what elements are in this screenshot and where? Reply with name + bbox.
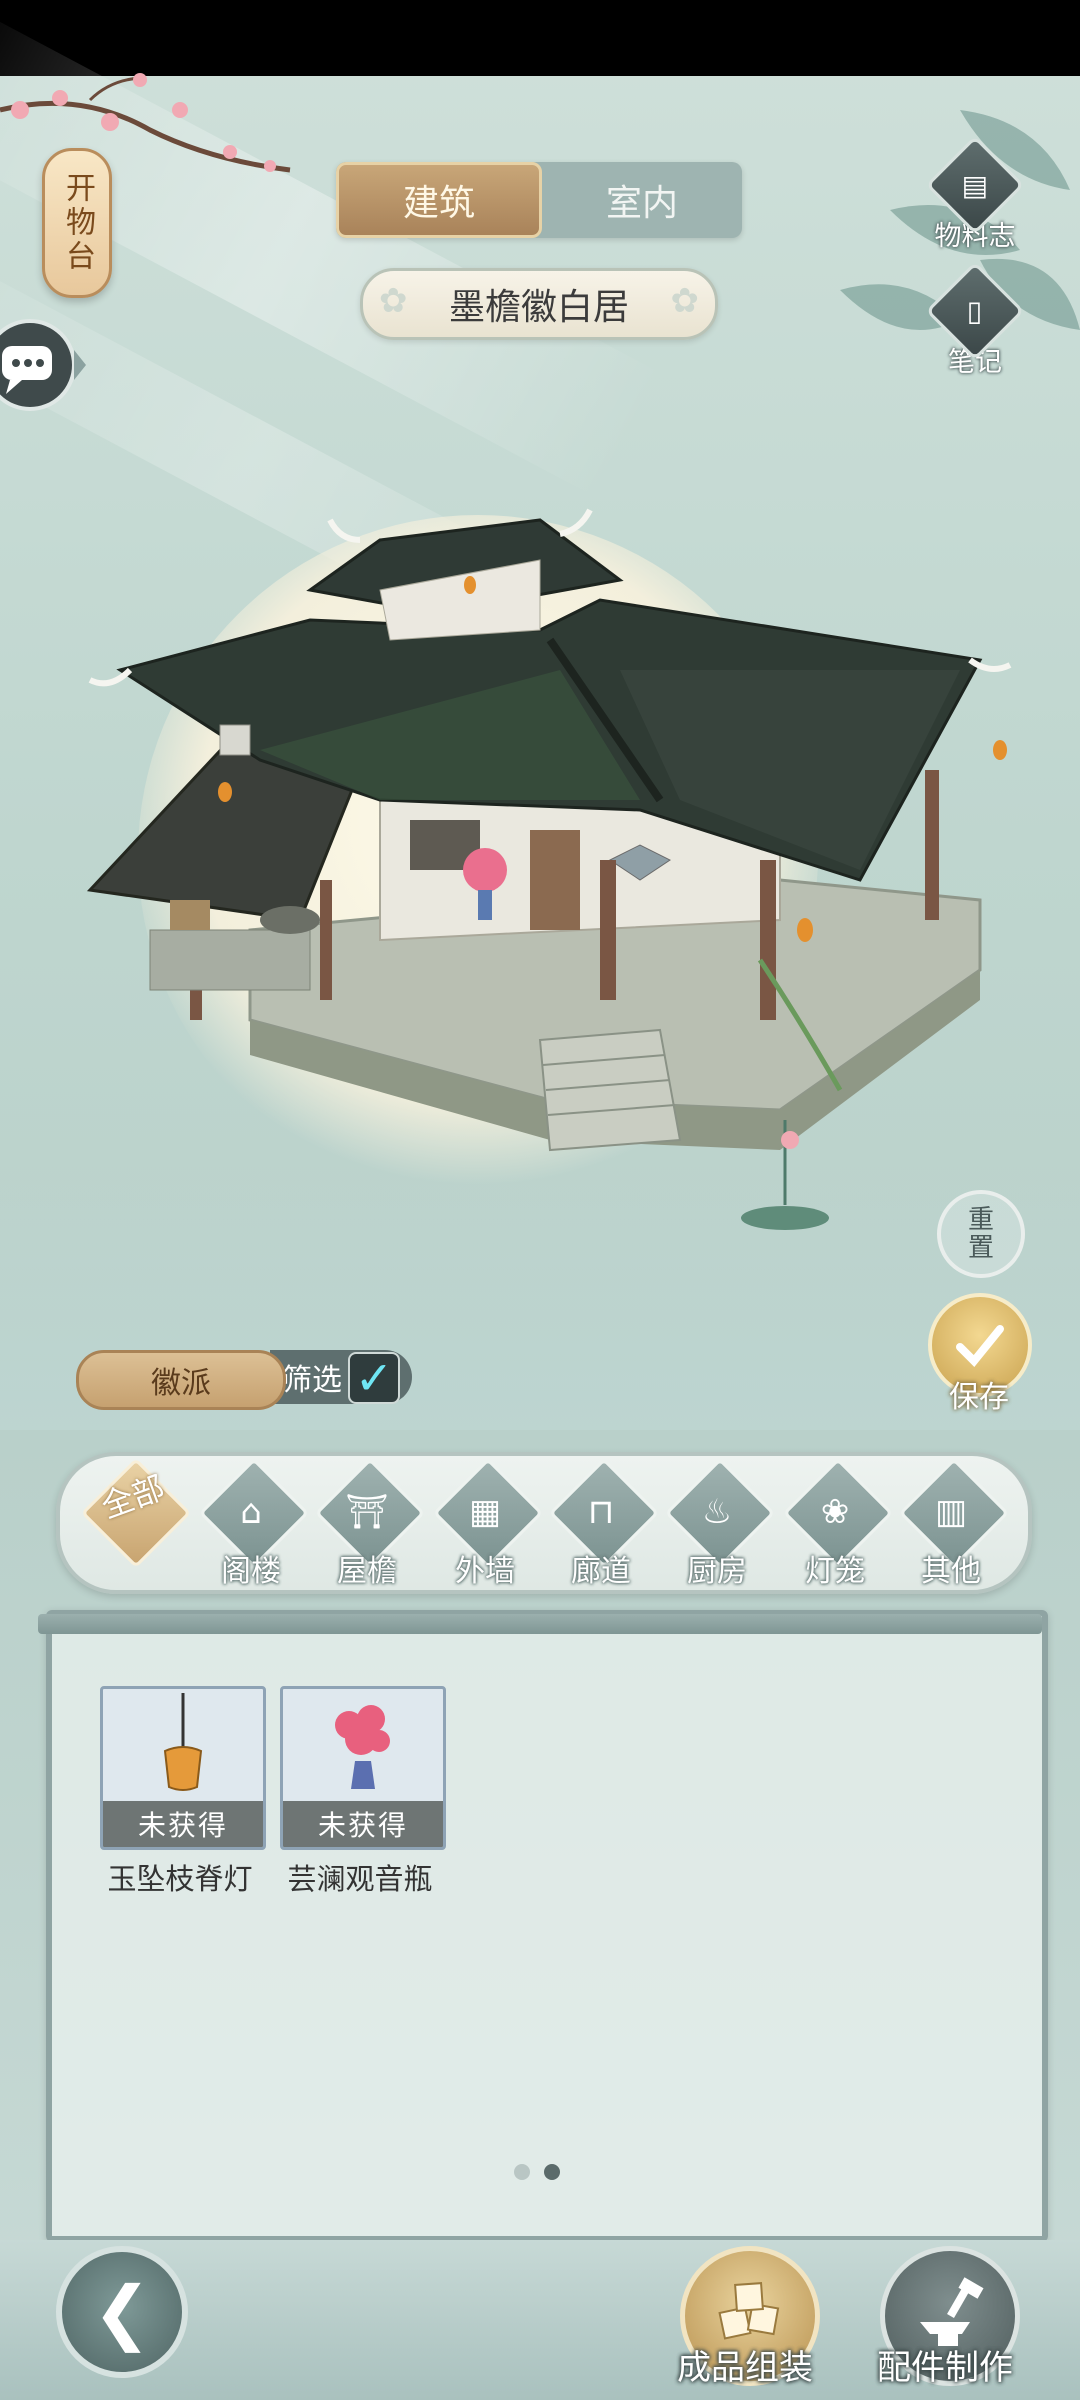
notes-button[interactable]: ▯ 笔记 bbox=[920, 261, 1030, 379]
filter-label: 筛选 bbox=[282, 1363, 342, 1398]
page-dot-active[interactable] bbox=[544, 2164, 560, 2180]
save-label: 保存 bbox=[949, 1380, 1009, 1415]
item-status: 未获得 bbox=[283, 1801, 443, 1847]
chat-button[interactable] bbox=[0, 310, 86, 420]
mode-tabs: 建筑 室内 bbox=[336, 162, 742, 238]
category-label: 廊道 bbox=[571, 1554, 631, 1589]
reset-label: 重置 bbox=[967, 1205, 994, 1263]
category-label: 其他 bbox=[921, 1554, 981, 1589]
lotus-decoration bbox=[741, 1120, 829, 1230]
checkmark-icon bbox=[956, 1325, 1004, 1367]
reset-button[interactable]: 重置 bbox=[937, 1190, 1025, 1278]
category-kitchen[interactable]: ♨ 厨房 bbox=[662, 1456, 776, 1590]
workbench-tag-label: 开物台 bbox=[60, 172, 95, 274]
pagination-dots bbox=[514, 2164, 560, 2180]
kitchen-icon: ♨ bbox=[701, 1492, 733, 1532]
category-other[interactable]: ▥ 其他 bbox=[896, 1456, 1010, 1590]
category-label: 厨房 bbox=[687, 1554, 747, 1589]
building-name: 墨檐徽白居 bbox=[448, 287, 629, 328]
notebook-icon: ▯ bbox=[967, 294, 983, 328]
wall-icon: ▦ bbox=[468, 1492, 502, 1532]
materials-button[interactable]: ▤ 物料志 bbox=[920, 135, 1030, 253]
ridge-lamp-icon bbox=[163, 1693, 203, 1791]
book-icon: ▤ bbox=[961, 168, 989, 202]
lantern-icon: ❀ bbox=[820, 1492, 850, 1532]
filter-checkbox[interactable]: ✓ bbox=[348, 1351, 400, 1405]
back-button[interactable]: ❮ bbox=[56, 2246, 188, 2378]
craft-label: 配件制作 bbox=[877, 2348, 1013, 2388]
item-card[interactable]: 未获得 玉坠枝脊灯 bbox=[100, 1686, 266, 1898]
category-bar: 全部 ⌂ 阁楼 ⛩ 屋檐 ▦ 外墙 ⊓ 廊道 ♨ 厨房 ❀ 灯笼 ▥ 其他 bbox=[56, 1452, 1032, 1594]
category-label: 外墙 bbox=[455, 1554, 515, 1589]
workbench-tag[interactable]: 开物台 bbox=[42, 148, 112, 298]
style-selector[interactable]: 徽派 bbox=[76, 1350, 286, 1410]
item-status: 未获得 bbox=[103, 1801, 263, 1847]
style-tag-label: 徽派 bbox=[151, 1366, 211, 1401]
building-name-banner: 墨檐徽白居 bbox=[360, 268, 718, 340]
category-eaves[interactable]: ⛩ 屋檐 bbox=[312, 1456, 426, 1590]
item-name: 玉坠枝脊灯 bbox=[107, 1862, 253, 1896]
panel-header-rail bbox=[38, 1614, 1042, 1634]
category-label: 阁楼 bbox=[221, 1554, 281, 1589]
building-model[interactable] bbox=[80, 500, 1060, 1200]
assemble-label: 成品组装 bbox=[677, 2348, 813, 2388]
category-all[interactable]: 全部 bbox=[78, 1456, 192, 1590]
category-attic[interactable]: ⌂ 阁楼 bbox=[196, 1456, 310, 1590]
tab-interior[interactable]: 室内 bbox=[542, 162, 742, 238]
category-corridor[interactable]: ⊓ 廊道 bbox=[546, 1456, 660, 1590]
back-arrow-icon: ❮ bbox=[92, 2271, 152, 2353]
page-dot[interactable] bbox=[514, 2164, 530, 2180]
corridor-icon: ⊓ bbox=[587, 1492, 615, 1532]
item-name: 芸澜观音瓶 bbox=[287, 1862, 433, 1896]
category-label: 灯笼 bbox=[805, 1554, 865, 1589]
category-label: 屋檐 bbox=[337, 1554, 397, 1589]
category-lantern[interactable]: ❀ 灯笼 bbox=[780, 1456, 894, 1590]
tab-building[interactable]: 建筑 bbox=[336, 162, 542, 238]
eaves-icon: ⛩ bbox=[345, 1492, 389, 1532]
other-icon: ▥ bbox=[934, 1492, 968, 1532]
item-card[interactable]: 未获得 芸澜观音瓶 bbox=[280, 1686, 446, 1898]
flower-vase-icon bbox=[335, 1705, 390, 1789]
check-icon: ✓ bbox=[354, 1351, 394, 1405]
attic-icon: ⌂ bbox=[240, 1492, 262, 1532]
status-bar bbox=[0, 0, 1080, 76]
category-wall[interactable]: ▦ 外墙 bbox=[430, 1456, 544, 1590]
